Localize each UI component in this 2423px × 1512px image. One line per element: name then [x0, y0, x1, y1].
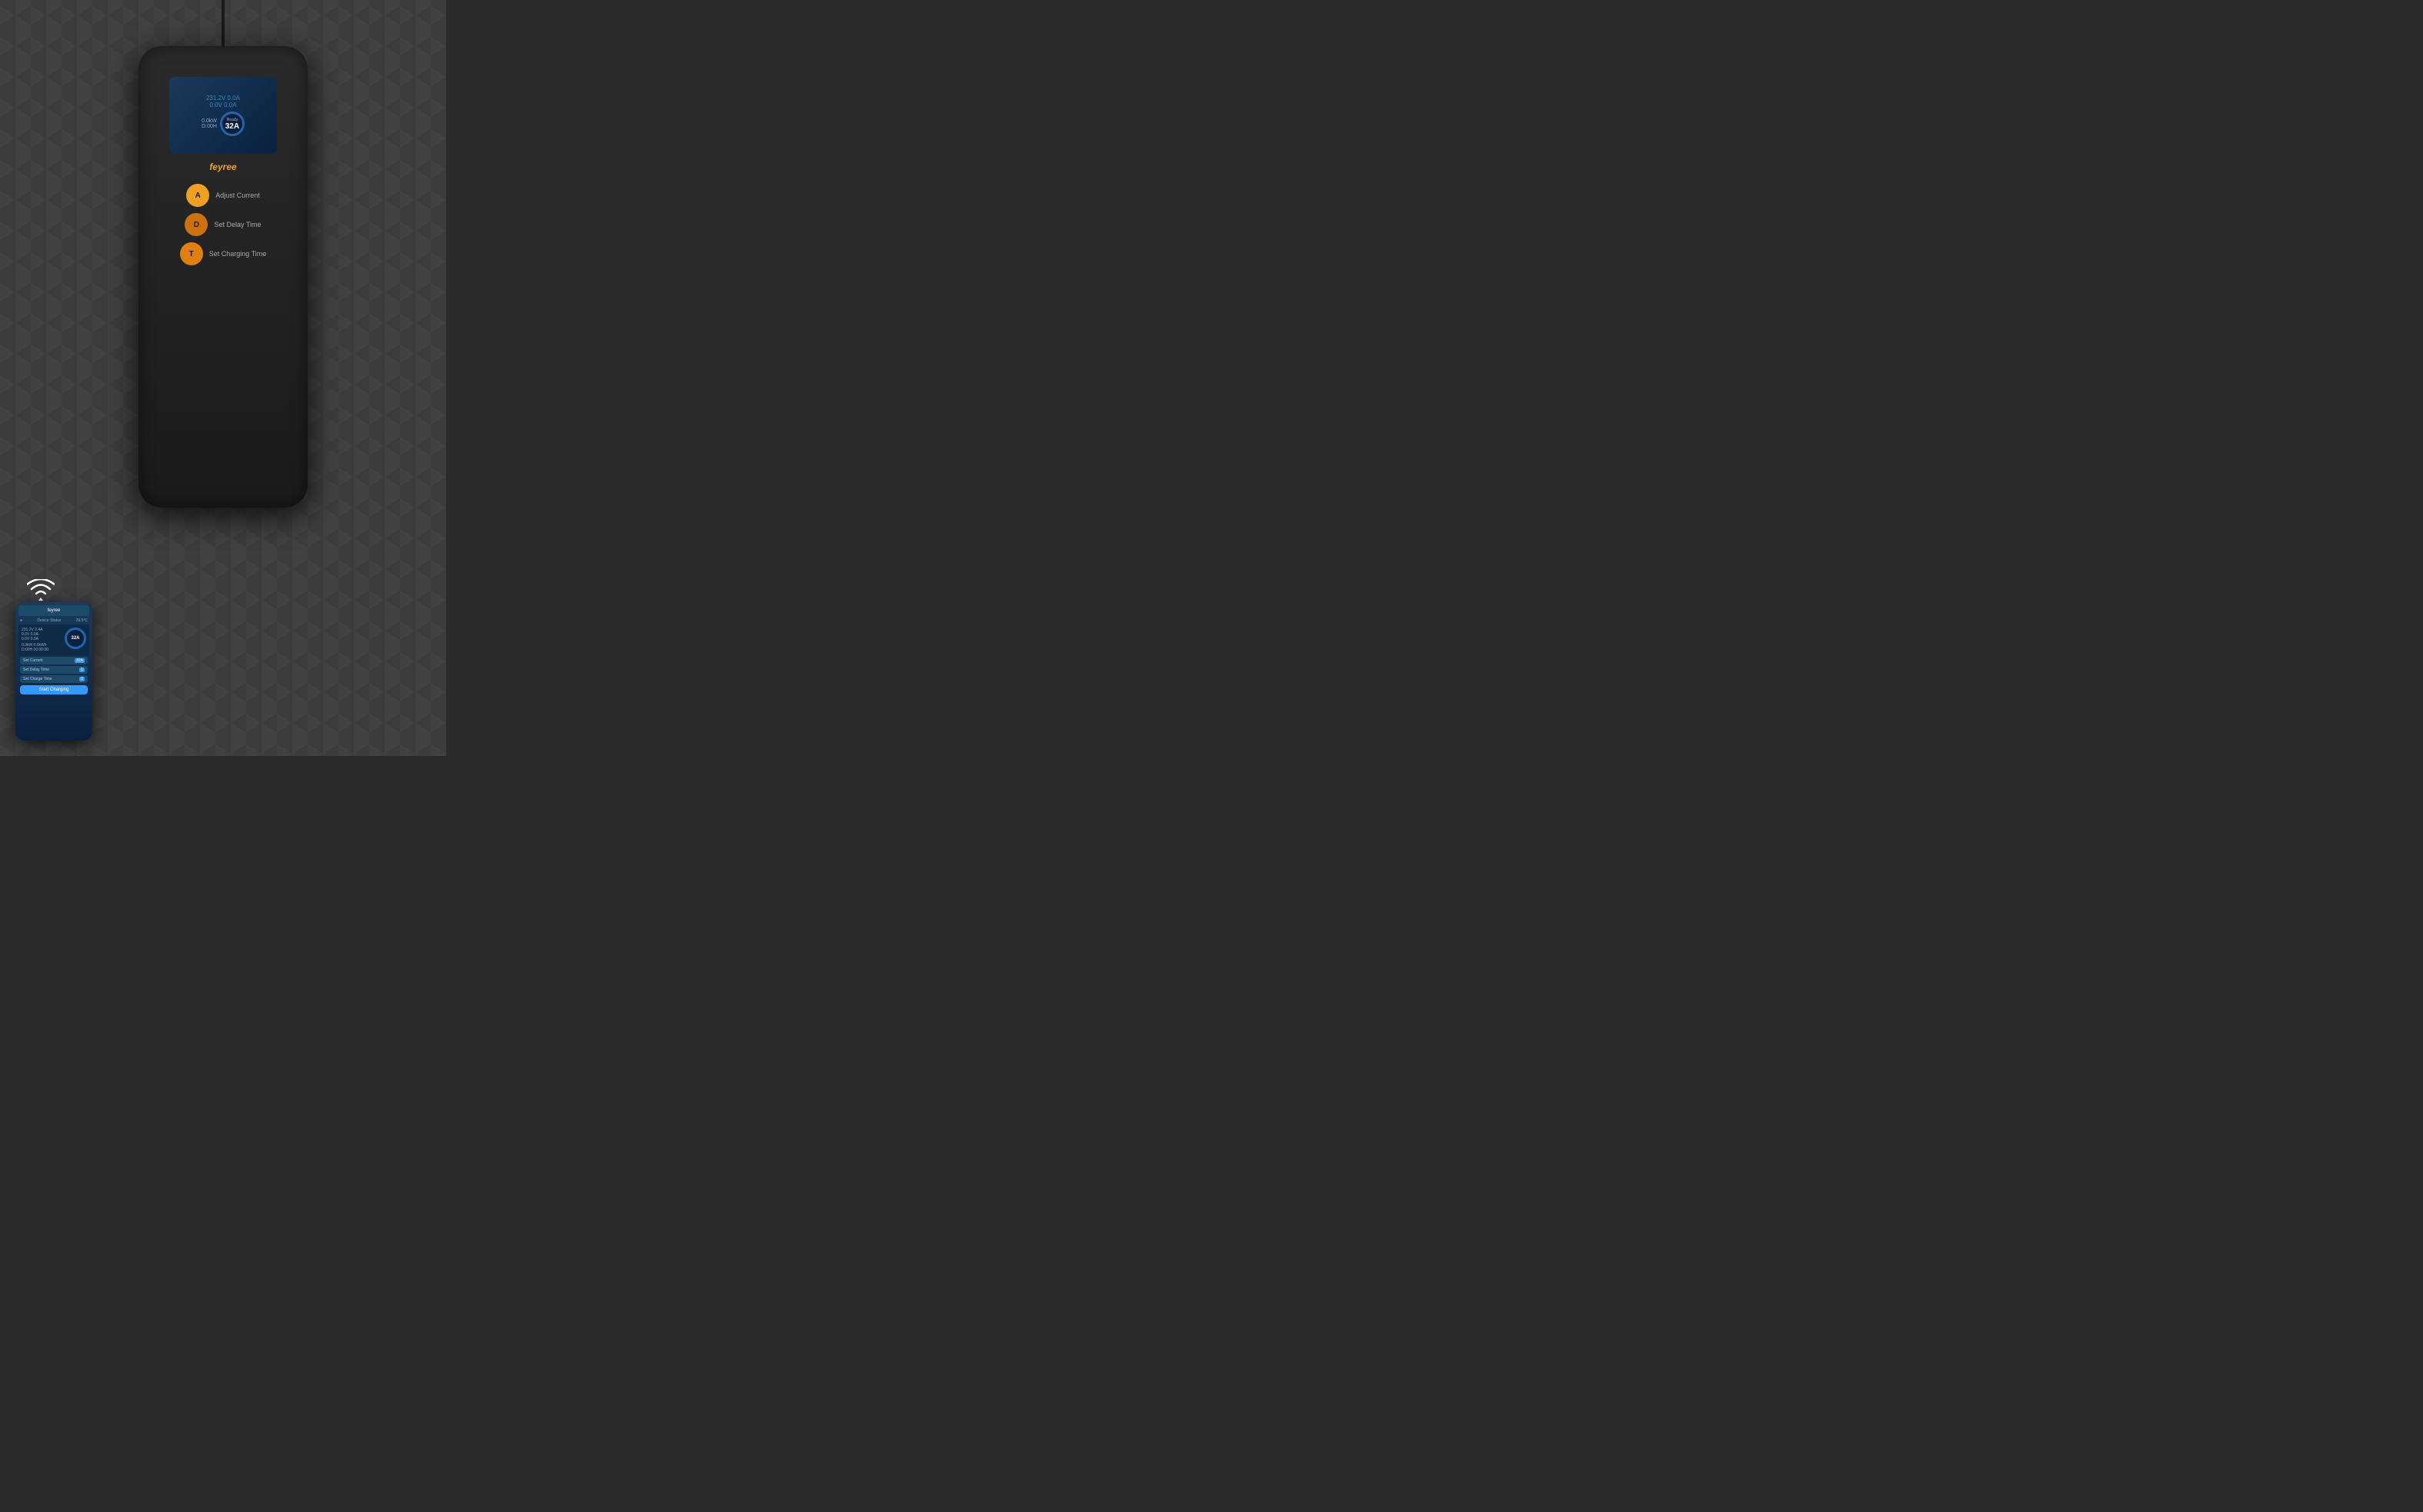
phone-start-charging-button[interactable]: Start Charging [20, 685, 88, 694]
phone-menu-label-current: Set Current [23, 658, 43, 663]
phone-menu-badge-time: 0 [79, 677, 85, 681]
btn-t-circle[interactable]: T [180, 242, 203, 265]
phone-menu-set-charge-time[interactable]: Set Charge Time 0 [20, 675, 88, 683]
phone-readings: 231.2V 2.4A 0.0V 0.0A 0.0V 0.0A 0.0kW 0.… [22, 628, 62, 652]
phone-app-bar: feyree [18, 605, 89, 616]
phone-status-label: ● [20, 618, 22, 623]
phone-menu-label-time: Set Charge Time [23, 677, 52, 681]
left-panel: 231.2V 0.0A 0.0V 0.0A 0.0kW D:00H Ready … [0, 0, 446, 756]
ev-charger-device: 231.2V 0.0A 0.0V 0.0A 0.0kW D:00H Ready … [138, 46, 308, 508]
phone-menu-badge-current: 32A [75, 658, 85, 663]
phone-gauge-area: 231.2V 2.4A 0.0V 0.0A 0.0V 0.0A 0.0kW 0.… [18, 624, 89, 655]
device-cable [222, 0, 225, 50]
phone-status-text: Device Status [37, 618, 61, 623]
btn-d-circle[interactable]: D [185, 213, 208, 236]
phone-screen: feyree ● Device Status 29.5℃ 231.2V 2.4A… [15, 602, 92, 741]
btn-t-label: Set Charging Time [209, 250, 267, 258]
phone-gauge-circle: 32A [65, 628, 86, 649]
mobile-phone: feyree ● Device Status 29.5℃ 231.2V 2.4A… [15, 602, 92, 741]
device-brand-logo: feyree [209, 162, 236, 172]
btn-a-circle[interactable]: A [186, 184, 209, 207]
phone-menu-set-delay[interactable]: Set Delay Time 1 [20, 666, 88, 674]
device-btn-set-time: T Set Charging Time [180, 242, 267, 265]
phone-temp: 29.5℃ [76, 618, 88, 623]
device-display: 231.2V 0.0A 0.0V 0.0A 0.0kW D:00H Ready … [169, 77, 277, 154]
device-screen-content: 231.2V 0.0A 0.0V 0.0A 0.0kW D:00H Ready … [202, 95, 245, 136]
phone-device: feyree ● Device Status 29.5℃ 231.2V 2.4A… [15, 602, 92, 741]
btn-d-label: Set Delay Time [214, 221, 261, 228]
phone-menu-label-delay: Set Delay Time [23, 668, 49, 672]
phone-menu-badge-delay: 1 [79, 668, 85, 672]
device-btn-set-delay: D Set Delay Time [185, 213, 261, 236]
device-btn-adjust-current: A Adjust Current [186, 184, 260, 207]
phone-menu-set-current[interactable]: Set Current 32A [20, 657, 88, 664]
btn-a-label: Adjust Current [215, 191, 260, 199]
device-button-group: A Adjust Current D Set Delay Time T Set … [180, 184, 267, 265]
phone-status-row: ● Device Status 29.5℃ [18, 618, 89, 624]
